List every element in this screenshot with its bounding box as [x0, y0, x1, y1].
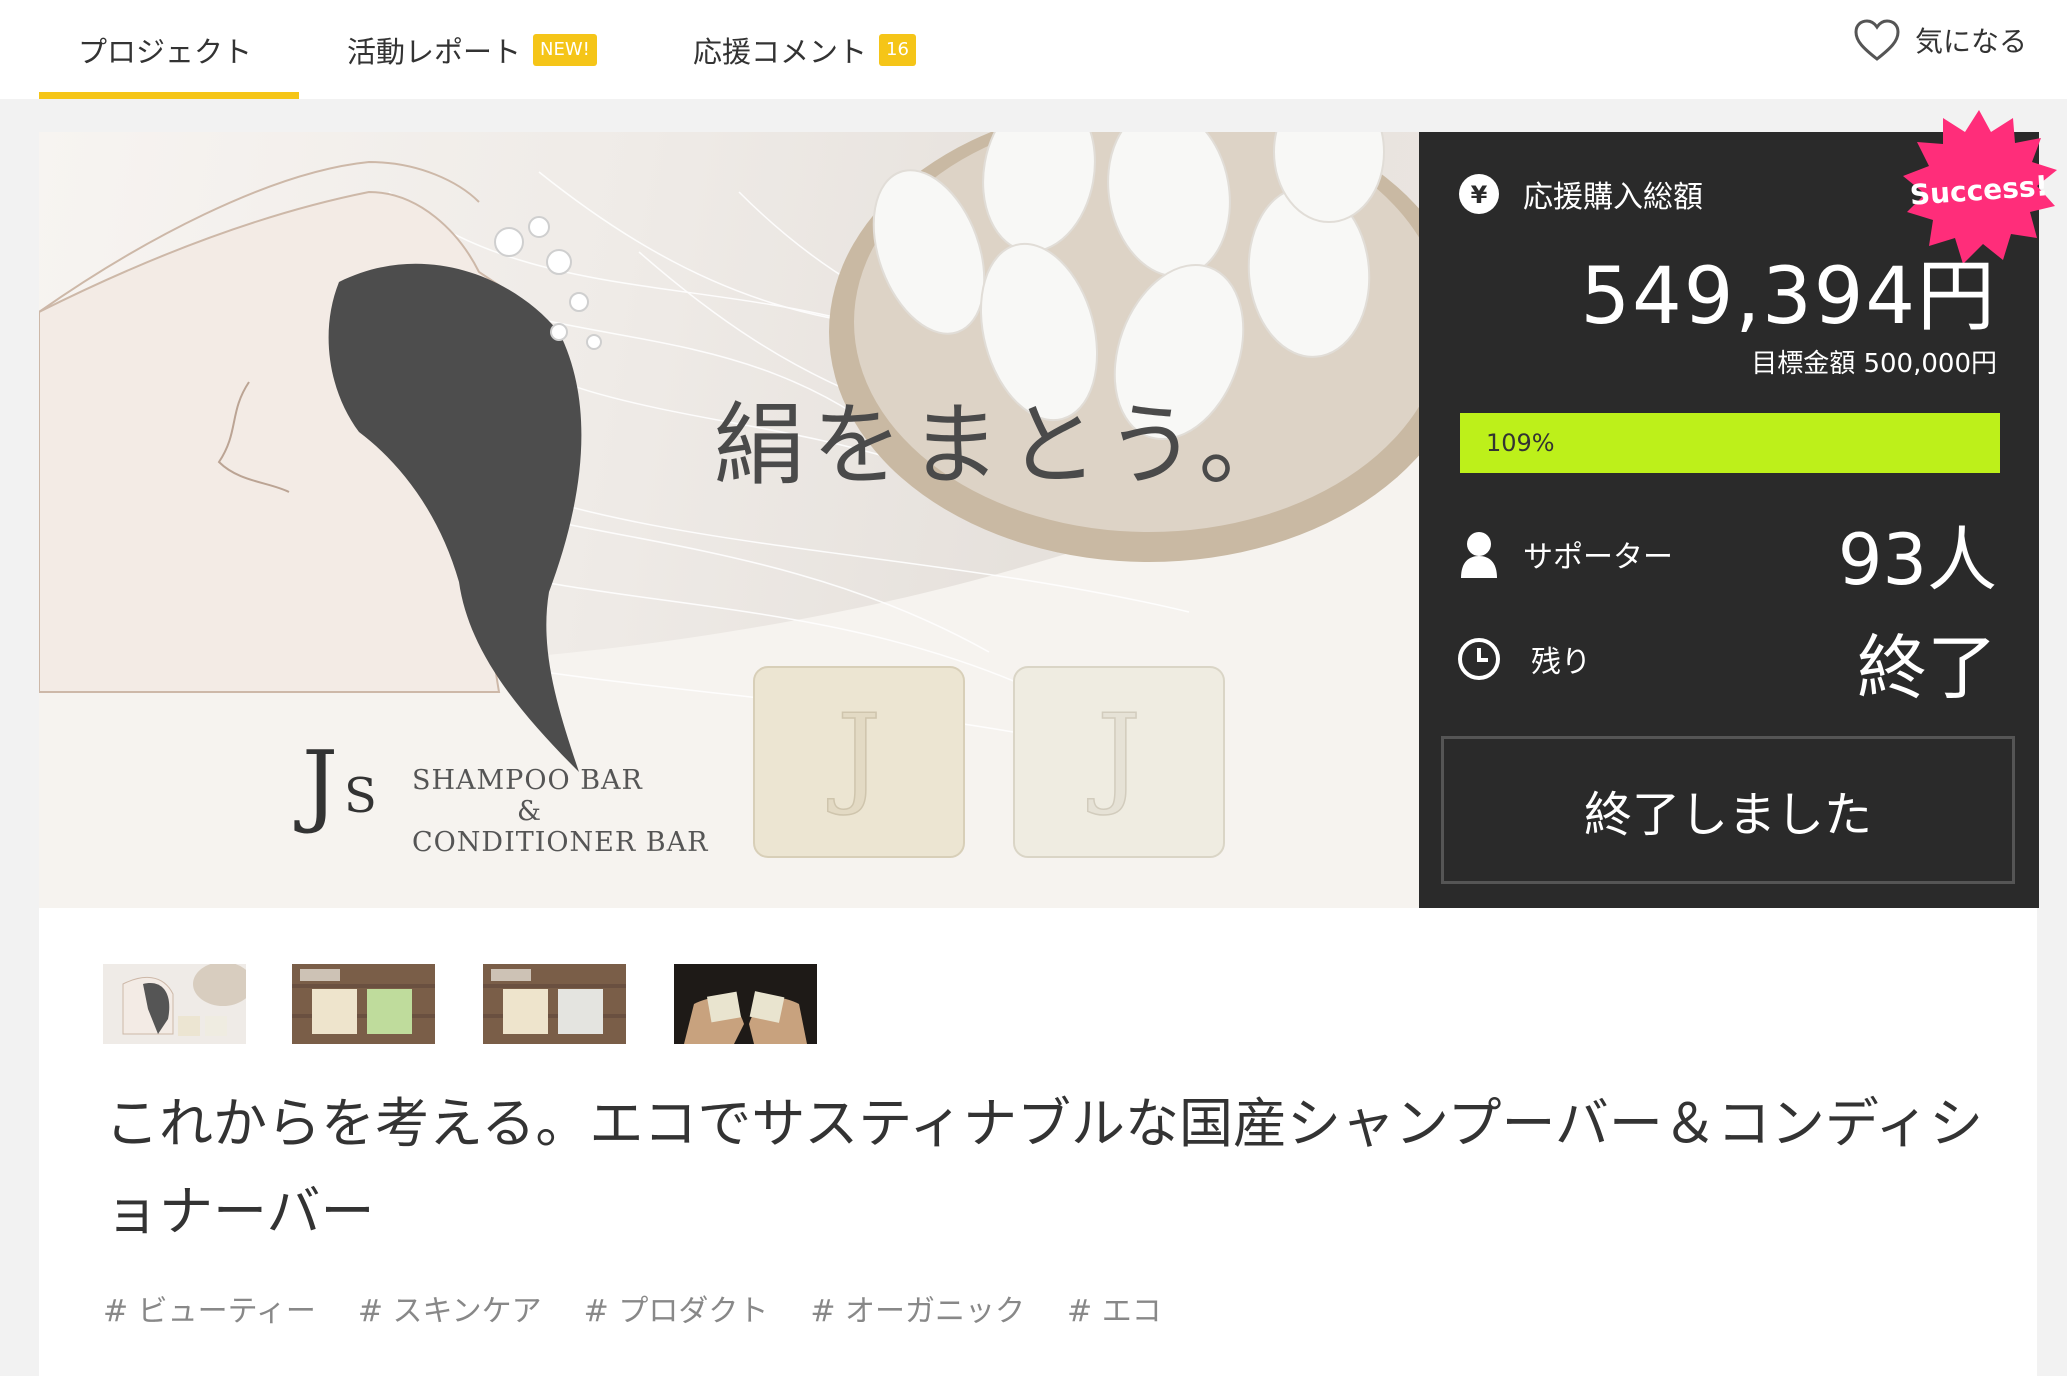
total-label-row: ¥ 応援購入総額	[1457, 172, 1703, 216]
tab-activity-report[interactable]: 活動レポート NEW!	[347, 0, 597, 99]
tag-product[interactable]: # プロダクト	[584, 1286, 769, 1330]
supporters-label: サポーター	[1523, 540, 1673, 575]
svg-text:¥: ¥	[1471, 181, 1488, 209]
tab-label: 活動レポート	[347, 34, 522, 69]
tab-project[interactable]: プロジェクト	[78, 0, 252, 99]
new-badge: NEW!	[533, 33, 597, 66]
active-tab-indicator	[39, 92, 299, 99]
supporters-row: サポーター	[1457, 530, 1673, 578]
thumbnail-image	[483, 964, 626, 1044]
hero-caption: 絹をまとう。	[714, 393, 1297, 498]
progress-bar: 109%	[1460, 413, 2000, 473]
tag-beauty[interactable]: # ビューティー	[103, 1286, 316, 1330]
tag-skincare[interactable]: # スキンケア	[358, 1286, 542, 1330]
remaining-row: 残り	[1457, 637, 1591, 681]
thumbnail-4[interactable]	[674, 964, 817, 1044]
tab-label: プロジェクト	[78, 34, 253, 69]
brand-line-shampoo: SHAMPOO BAR	[412, 765, 643, 796]
thumbnail-2[interactable]	[292, 964, 435, 1044]
person-icon	[1461, 532, 1497, 578]
remaining-value: 終了	[1857, 627, 1997, 709]
project-info-card: これからを考える。エコでサスティナブルな国産シャンプーバー＆コンディショナーバー…	[39, 908, 2037, 1376]
supporters-value: 93人	[1837, 519, 1997, 601]
thumbnail-image	[674, 964, 817, 1044]
yen-icon: ¥	[1459, 174, 1499, 214]
ended-button[interactable]: 終了しました	[1441, 736, 2015, 884]
hero-illustration: J J	[39, 132, 1419, 908]
tag-eco[interactable]: # エコ	[1067, 1286, 1162, 1330]
thumbnail-image	[292, 964, 435, 1044]
brand-line-conditioner: CONDITIONER BAR	[412, 827, 709, 858]
hero-image[interactable]: J J 絹をまとう。 J S SHAMPOO BAR & CONDITIONER…	[39, 132, 1419, 908]
remaining-label: 残り	[1531, 645, 1591, 680]
tab-support-comments[interactable]: 応援コメント 16	[693, 0, 916, 99]
comment-count-badge: 16	[879, 33, 916, 66]
tab-bar: プロジェクト 活動レポート NEW! 応援コメント 16 気になる	[0, 0, 2067, 99]
heart-icon	[1854, 19, 1900, 61]
progress-percent: 109%	[1486, 429, 1555, 457]
favorite-button[interactable]: 気になる	[1853, 0, 2027, 80]
clock-icon	[1458, 638, 1500, 680]
thumbnail-3[interactable]	[483, 964, 626, 1044]
tab-label: 応援コメント	[693, 34, 868, 69]
tag-list: # ビューティー # スキンケア # プロダクト # オーガニック # エコ	[103, 1286, 1204, 1330]
thumbnail-image	[103, 964, 246, 1044]
brand-line-amp: &	[517, 796, 543, 827]
thumbnail-1[interactable]	[103, 964, 246, 1044]
favorite-label: 気になる	[1914, 25, 2027, 58]
funding-stats-panel: Success! ¥ 応援購入総額 549,394円 目標金額 500,000円…	[1419, 110, 2057, 908]
project-title: これからを考える。エコでサスティナブルな国産シャンプーバー＆コンディショナーバー	[105, 1092, 1984, 1243]
brand-mark-s: S	[344, 768, 378, 824]
total-label: 応援購入総額	[1523, 180, 1703, 215]
total-amount: 549,394円	[1580, 252, 1997, 342]
brand-mark: J	[302, 732, 340, 837]
goal-amount: 目標金額 500,000円	[1751, 349, 1997, 379]
tag-organic[interactable]: # オーガニック	[810, 1286, 1025, 1330]
